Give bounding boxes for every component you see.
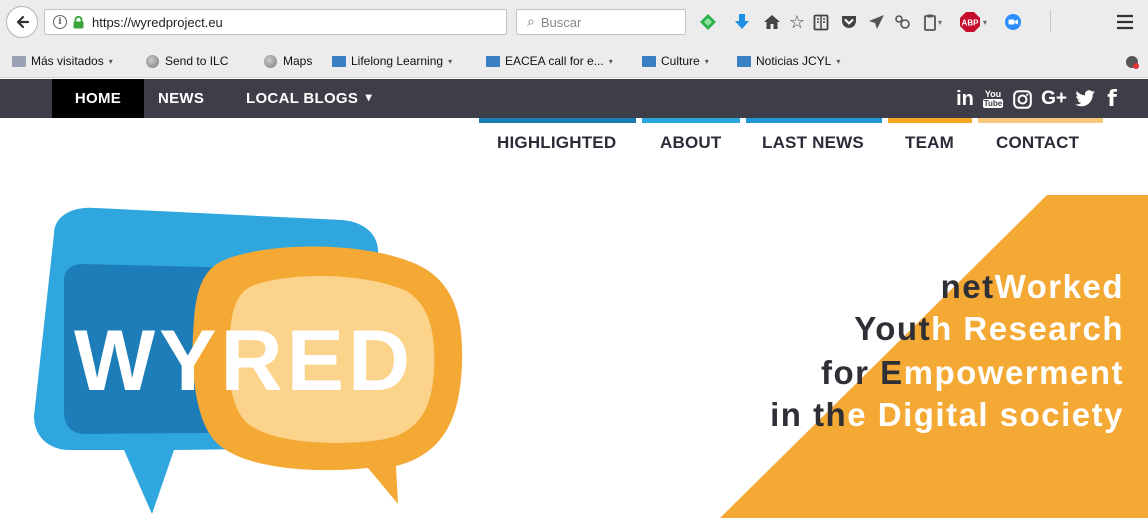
- wyred-logo[interactable]: WYRED: [24, 204, 474, 518]
- bookmark-culture[interactable]: Culture ▾: [642, 52, 709, 70]
- tagline-dark: Yout: [854, 310, 932, 347]
- strip-about: [642, 118, 740, 123]
- tagline-light: Worked: [994, 268, 1124, 305]
- search-input[interactable]: ⌕ Buscar: [516, 9, 686, 35]
- strip-contact: [978, 118, 1103, 123]
- tagline-light: e Digital society: [847, 396, 1124, 433]
- twitter-icon[interactable]: [1072, 87, 1098, 111]
- lock-icon: [73, 15, 84, 28]
- bookmark-lifelong-learning[interactable]: Lifelong Learning ▾: [332, 52, 452, 70]
- linkedin-icon[interactable]: in: [953, 87, 977, 111]
- nav-news[interactable]: NEWS: [158, 79, 204, 118]
- chevron-down-icon: ▾: [365, 90, 372, 104]
- strip-last-news: [746, 118, 882, 123]
- clipboard-icon[interactable]: ▾: [916, 10, 950, 34]
- bookmark-label: Maps: [283, 54, 313, 68]
- bookmark-label: Más visitados: [31, 54, 104, 68]
- home-icon[interactable]: [761, 10, 783, 34]
- bookmark-noticias-jcyl[interactable]: Noticias JCYL ▾: [737, 52, 840, 70]
- subnav-contact[interactable]: CONTACT: [996, 133, 1079, 157]
- globe-icon: [146, 54, 159, 68]
- rss-folder-icon: [486, 55, 500, 67]
- svg-text:ABP: ABP: [962, 19, 980, 28]
- subnav-last-news[interactable]: LAST NEWS: [762, 133, 864, 157]
- tagline-line-4: in the Digital society: [770, 396, 1124, 434]
- download-icon[interactable]: [731, 10, 753, 34]
- nav-local-blogs-label: LOCAL BLOGS: [246, 90, 359, 107]
- bookmark-label: Culture: [661, 54, 700, 68]
- bookmark-mas-visitados[interactable]: Más visitados ▾: [12, 52, 113, 70]
- back-icon: [16, 15, 30, 29]
- site-navbar: HOME NEWS LOCAL BLOGS ▾ in You Tube G+ f: [0, 79, 1148, 118]
- tagline-light: h Research: [931, 310, 1124, 347]
- rss-folder-icon: [332, 55, 346, 67]
- chevron-down-icon: ▾: [836, 56, 841, 66]
- youtube-bottom: Tube: [982, 99, 1004, 108]
- globe-icon: [264, 54, 277, 68]
- instagram-icon[interactable]: [1010, 87, 1034, 111]
- googleplus-icon[interactable]: G+: [1038, 87, 1070, 111]
- reading-list-icon[interactable]: [810, 10, 832, 34]
- tagline-dark: for E: [820, 354, 904, 391]
- toolbar-divider: [1050, 10, 1051, 32]
- subnav-about[interactable]: ABOUT: [660, 133, 721, 157]
- logo-text: WYRED: [74, 313, 414, 409]
- youtube-top: You: [984, 89, 1002, 99]
- search-placeholder: Buscar: [540, 14, 582, 30]
- strip-highlighted: [479, 118, 636, 123]
- search-icon: ⌕: [527, 14, 535, 30]
- bookmark-label: EACEA call for e...: [505, 54, 604, 68]
- rss-folder-icon: [642, 55, 656, 67]
- tagline-line-3: for Empowerment: [821, 354, 1124, 392]
- tagline-dark: net: [940, 268, 995, 305]
- tagline-light: mpowerment: [903, 354, 1124, 391]
- bookmark-send-to-ilc[interactable]: Send to ILC: [146, 52, 228, 70]
- strip-team: [888, 118, 972, 123]
- extension-badge-icon[interactable]: [1124, 53, 1140, 71]
- hero-section: WYRED netWorked Youth Research for Empow…: [0, 190, 1148, 518]
- bookmark-label: Noticias JCYL: [756, 54, 832, 68]
- bookmarks-bar: Más visitados ▾ Send to ILC Maps Lifelon…: [0, 44, 1148, 78]
- tagline-line-1: netWorked: [941, 268, 1124, 306]
- chevron-down-icon: ▾: [704, 56, 709, 66]
- bookmark-star-icon[interactable]: ☆: [786, 10, 808, 34]
- back-button[interactable]: [6, 6, 38, 38]
- bookmark-label: Send to ILC: [165, 54, 229, 68]
- facebook-icon[interactable]: f: [1102, 87, 1122, 112]
- nav-home[interactable]: HOME: [52, 79, 144, 118]
- chevron-down-icon: ▾: [448, 56, 453, 66]
- tagline-line-2: Youth Research: [854, 310, 1124, 348]
- browser-toolbar: i https://wyredproject.eu ↻ ⌕ Buscar ☆ ▾…: [0, 0, 1148, 44]
- url-bar[interactable]: i https://wyredproject.eu ↻: [44, 9, 542, 35]
- subnav-highlighted[interactable]: HIGHLIGHTED: [497, 133, 616, 157]
- bookmark-eacea-call[interactable]: EACEA call for e... ▾: [486, 52, 613, 70]
- adblock-icon[interactable]: ABP ▾: [953, 10, 993, 34]
- pocket-icon[interactable]: [837, 10, 861, 34]
- bookmark-label: Lifelong Learning: [351, 54, 444, 68]
- info-icon[interactable]: i: [53, 15, 67, 29]
- chevron-down-icon: ▾: [608, 56, 613, 66]
- extension-icon[interactable]: [890, 10, 914, 34]
- youtube-icon[interactable]: You Tube: [982, 87, 1004, 111]
- folder-icon: [12, 55, 26, 67]
- zoom-icon[interactable]: [1000, 10, 1026, 34]
- chevron-down-icon: ▾: [108, 56, 113, 66]
- tagline-dark: in th: [770, 396, 848, 433]
- feedly-icon[interactable]: [697, 10, 719, 34]
- send-icon[interactable]: [864, 10, 888, 34]
- chevron-down-icon[interactable]: ▾: [938, 18, 942, 27]
- nav-local-blogs[interactable]: LOCAL BLOGS ▾: [246, 79, 372, 118]
- subnav-team[interactable]: TEAM: [905, 133, 954, 157]
- menu-icon[interactable]: [1112, 10, 1138, 34]
- url-text[interactable]: https://wyredproject.eu: [92, 15, 223, 30]
- chevron-down-icon[interactable]: ▾: [983, 18, 987, 27]
- bookmark-maps[interactable]: Maps: [264, 52, 312, 70]
- rss-folder-icon: [737, 55, 751, 67]
